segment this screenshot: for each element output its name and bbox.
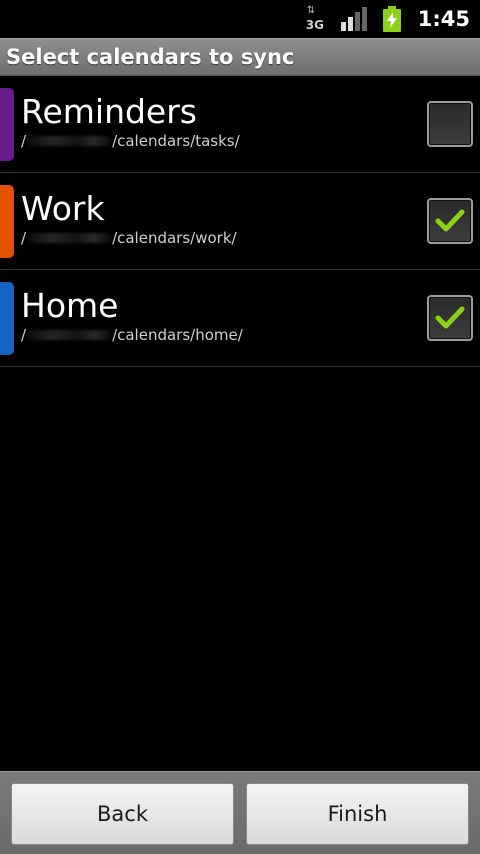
- battery-charging-icon: [382, 6, 401, 32]
- redacted-text: [27, 233, 112, 243]
- sync-checkbox-home[interactable]: [427, 295, 473, 341]
- check-icon: [435, 306, 465, 329]
- sync-checkbox-work[interactable]: [427, 198, 473, 244]
- path-prefix: /: [21, 132, 27, 150]
- path-suffix: /calendars/tasks/: [112, 132, 240, 150]
- path-prefix: /: [21, 229, 27, 247]
- data-activity-icon: ⇅ 3G: [305, 5, 324, 32]
- calendar-item-home[interactable]: Home / /calendars/home/: [0, 270, 480, 367]
- redacted-text: [27, 330, 112, 340]
- title-bar: Select calendars to sync: [0, 38, 480, 76]
- signal-icon: [340, 7, 367, 31]
- redacted-text: [27, 136, 112, 146]
- check-icon: [435, 209, 465, 232]
- calendar-name: Reminders: [21, 92, 197, 131]
- button-bar: Back Finish: [0, 771, 480, 854]
- calendar-color-bar: [0, 185, 14, 258]
- network-type-label: 3G: [305, 18, 324, 32]
- calendar-item-work[interactable]: Work / /calendars/work/: [0, 173, 480, 270]
- calendar-color-bar: [0, 88, 14, 161]
- finish-button[interactable]: Finish: [246, 783, 469, 845]
- calendar-path: / /calendars/work/: [21, 229, 237, 247]
- calendar-path: / /calendars/tasks/: [21, 132, 240, 150]
- path-prefix: /: [21, 326, 27, 344]
- calendar-list: Reminders / /calendars/tasks/ Work / /ca…: [0, 76, 480, 367]
- page-title: Select calendars to sync: [6, 45, 295, 69]
- status-bar: ⇅ 3G 1:45: [0, 0, 480, 38]
- calendar-item-reminders[interactable]: Reminders / /calendars/tasks/: [0, 76, 480, 173]
- sync-checkbox-reminders[interactable]: [427, 101, 473, 147]
- calendar-color-bar: [0, 282, 14, 355]
- calendar-path: / /calendars/home/: [21, 326, 243, 344]
- path-suffix: /calendars/home/: [112, 326, 243, 344]
- clock: 1:45: [417, 7, 470, 31]
- calendar-name: Work: [21, 189, 105, 228]
- back-button[interactable]: Back: [11, 783, 234, 845]
- calendar-name: Home: [21, 286, 119, 325]
- path-suffix: /calendars/work/: [112, 229, 237, 247]
